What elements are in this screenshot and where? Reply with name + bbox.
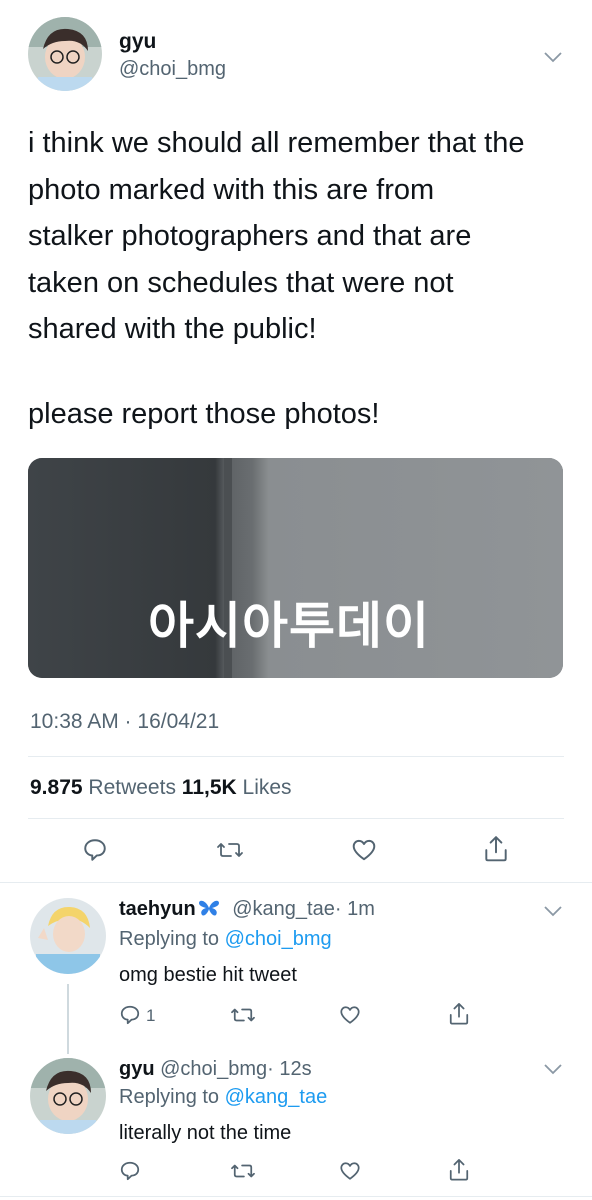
share-icon[interactable]	[483, 835, 509, 863]
author-handle[interactable]: @choi_bmg	[119, 58, 226, 81]
thread-connector-line	[67, 984, 69, 1054]
retweet-icon[interactable]	[216, 837, 244, 863]
replying-to-label: Replying to	[119, 1086, 220, 1108]
reply-author-name[interactable]: gyu	[119, 1058, 155, 1080]
like-icon[interactable]	[338, 1004, 362, 1026]
share-icon[interactable]	[448, 1002, 470, 1026]
tweet-text: i think we should all remember that the …	[28, 120, 578, 353]
chevron-down-icon[interactable]	[543, 1062, 563, 1076]
reply-count: 1	[146, 1006, 156, 1025]
reply-text: literally not the time	[119, 1122, 292, 1144]
reply-icon[interactable]	[82, 837, 108, 863]
likes-count[interactable]: 11,5K	[182, 776, 237, 799]
tweet-text-line: taken on schedules that were not	[28, 266, 454, 299]
chevron-down-icon[interactable]	[543, 50, 563, 64]
reply-time[interactable]: · 1m	[335, 898, 375, 920]
retweet-icon[interactable]	[230, 1160, 256, 1182]
replying-to: Replying to @choi_bmg	[119, 928, 332, 951]
like-icon[interactable]	[338, 1160, 362, 1182]
tweet-text-line: photo marked with this are from	[28, 173, 435, 206]
tweet-stats: 9.875 Retweets 11,5K Likes	[30, 776, 292, 800]
retweets-count[interactable]: 9.875	[30, 776, 83, 799]
avatar[interactable]	[30, 898, 106, 974]
replying-to-label: Replying to	[119, 928, 220, 950]
tweet-media[interactable]: 아시아투데이	[28, 458, 563, 678]
reply-text: omg bestie hit tweet	[119, 964, 297, 986]
replying-to-handle[interactable]: @choi_bmg	[225, 928, 332, 950]
reply-time[interactable]: · 12s	[267, 1058, 311, 1080]
avatar[interactable]	[30, 1058, 106, 1134]
tweet-text-line: i think we should all remember that the	[28, 127, 525, 159]
tweet-text-line: shared with the public!	[28, 313, 317, 345]
likes-label[interactable]: Likes	[243, 776, 292, 799]
reply-author-name[interactable]: taehyun	[119, 898, 196, 920]
reply-icon[interactable]	[119, 1160, 141, 1182]
retweet-icon[interactable]	[230, 1004, 256, 1026]
share-icon[interactable]	[448, 1158, 470, 1182]
tweet-timestamp[interactable]: 10:38 AM · 16/04/21	[30, 710, 219, 734]
reply-icon[interactable]	[119, 1004, 141, 1026]
retweets-label[interactable]: Retweets	[88, 776, 176, 799]
replying-to-handle[interactable]: @kang_tae	[225, 1086, 328, 1108]
reply-author-handle[interactable]: @choi_bmg	[160, 1058, 267, 1080]
butterfly-icon	[197, 898, 221, 918]
reply-header: taehyun @kang_tae· 1m	[119, 898, 375, 921]
chevron-down-icon[interactable]	[543, 904, 563, 918]
like-icon[interactable]	[350, 837, 378, 863]
reply-header: gyu @choi_bmg· 12s	[119, 1058, 312, 1081]
author-name[interactable]: gyu	[119, 30, 156, 54]
tweet-text-line: stalker photographers and that are	[28, 220, 472, 252]
media-watermark: 아시아투데이	[148, 597, 430, 655]
avatar[interactable]	[28, 17, 102, 91]
tweet-text-line: please report those photos!	[28, 398, 380, 430]
replying-to: Replying to @kang_tae	[119, 1086, 327, 1109]
reply-author-handle[interactable]: @kang_tae	[232, 898, 335, 920]
